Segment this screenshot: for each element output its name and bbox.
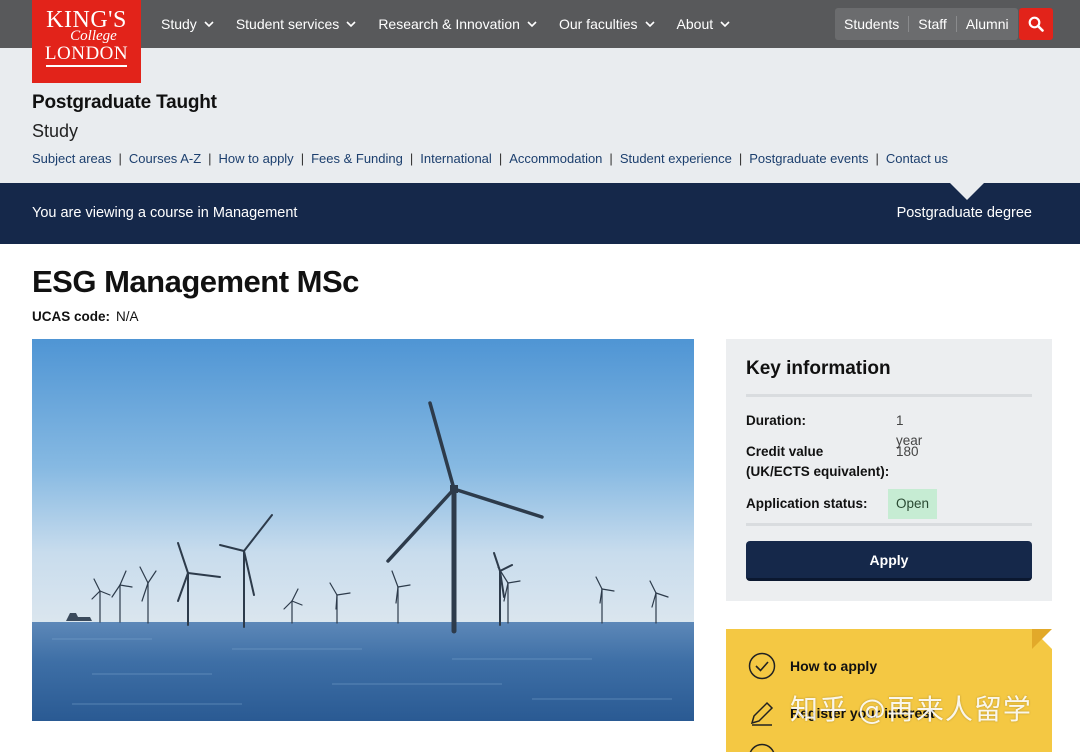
nav-item-label: Study bbox=[161, 16, 197, 32]
check-circle-icon bbox=[748, 652, 776, 680]
top-navigation-bar: Study Student services Research & Innova… bbox=[0, 0, 1080, 48]
apply-button[interactable]: Apply bbox=[746, 541, 1032, 581]
logo-line-2: College bbox=[70, 28, 117, 44]
band-notch bbox=[950, 183, 984, 200]
kings-college-logo[interactable]: KING'S College LONDON bbox=[32, 0, 141, 83]
audience-alumni-link[interactable]: Alumni bbox=[955, 16, 1018, 32]
nav-item-research[interactable]: Research & Innovation bbox=[378, 16, 537, 32]
search-button[interactable] bbox=[1019, 8, 1053, 40]
duration-row: Duration: 1 year bbox=[746, 411, 922, 448]
subnav-courses-a-z[interactable]: Courses A-Z bbox=[129, 151, 201, 166]
divider: | bbox=[300, 151, 305, 166]
divider: | bbox=[738, 151, 743, 166]
key-information-title: Key information bbox=[746, 358, 891, 379]
section-header: Postgraduate Taught Study Subject areas |… bbox=[0, 48, 1080, 183]
search-icon bbox=[1028, 16, 1044, 32]
chevron-down-icon bbox=[346, 21, 356, 28]
divider: | bbox=[498, 151, 503, 166]
how-to-apply-label: How to apply bbox=[790, 658, 878, 674]
course-context-band: You are viewing a course in Management P… bbox=[0, 183, 1080, 244]
divider: | bbox=[409, 151, 414, 166]
subnav-student-experience[interactable]: Student experience bbox=[620, 151, 732, 166]
watermark-text: 知乎 @再来人留学 bbox=[790, 693, 1032, 726]
nav-item-faculties[interactable]: Our faculties bbox=[559, 16, 655, 32]
corner-fold bbox=[1032, 629, 1052, 649]
nav-item-label: Research & Innovation bbox=[378, 16, 520, 32]
application-status-value-wrap: Open bbox=[888, 489, 938, 519]
divider: | bbox=[609, 151, 613, 166]
ucas-code: UCAS code: N/A bbox=[32, 309, 139, 324]
nav-item-about[interactable]: About bbox=[677, 16, 731, 32]
nav-item-label: Student services bbox=[235, 16, 340, 32]
nav-item-label: About bbox=[676, 16, 714, 32]
hero-image-wind-farm bbox=[32, 339, 694, 721]
how-to-apply-link[interactable]: How to apply bbox=[748, 652, 877, 680]
credit-value-row: Credit value (UK/ECTS equivalent): 180 bbox=[746, 442, 919, 482]
credit-label-line-2: (UK/ECTS equivalent): bbox=[746, 464, 890, 479]
viewing-course-text: You are viewing a course in Management bbox=[32, 205, 298, 221]
third-item-partial bbox=[748, 743, 790, 752]
audience-switcher: Students Staff Alumni bbox=[835, 8, 1018, 40]
chevron-down-icon bbox=[527, 21, 537, 28]
chevron-down-icon bbox=[204, 21, 214, 28]
divider: | bbox=[208, 151, 212, 166]
subnav-contact-us[interactable]: Contact us bbox=[886, 151, 948, 166]
subnav-subject-areas[interactable]: Subject areas bbox=[32, 151, 112, 166]
chevron-down-icon bbox=[644, 21, 655, 28]
degree-type-text: Postgraduate degree bbox=[896, 205, 1032, 221]
chevron-down-icon bbox=[720, 21, 730, 28]
logo-line-3: LONDON bbox=[44, 43, 129, 64]
subnav-fees-funding[interactable]: Fees & Funding bbox=[311, 151, 403, 166]
audience-staff-link[interactable]: Staff bbox=[908, 16, 956, 32]
credit-label-line-1: Credit value bbox=[746, 444, 824, 459]
divider bbox=[746, 394, 1032, 397]
key-information-panel: Key information Duration: 1 year Credit … bbox=[726, 339, 1052, 601]
application-status-row: Application status: Open bbox=[746, 489, 938, 519]
subnav-international[interactable]: International bbox=[420, 151, 492, 166]
section-subnav: Subject areas | Courses A-Z | How to apply… bbox=[32, 151, 948, 166]
divider: | bbox=[875, 151, 879, 166]
ucas-value: N/A bbox=[116, 309, 139, 324]
divider bbox=[746, 523, 1032, 526]
subnav-accommodation[interactable]: Accommodation bbox=[509, 151, 602, 166]
divider: | bbox=[118, 151, 122, 166]
nav-item-study[interactable]: Study bbox=[161, 16, 214, 32]
ucas-label: UCAS code: bbox=[32, 309, 111, 324]
circle-icon bbox=[749, 743, 775, 752]
logo-underline bbox=[46, 65, 127, 67]
subnav-how-to-apply[interactable]: How to apply bbox=[219, 151, 294, 166]
nav-item-label: Our faculties bbox=[558, 16, 638, 32]
credit-label: Credit value (UK/ECTS equivalent): bbox=[746, 442, 896, 482]
status-badge: Open bbox=[888, 489, 938, 519]
main-nav: Study Student services Research & Innova… bbox=[161, 0, 752, 48]
credit-value: 180 bbox=[896, 444, 919, 459]
nav-item-student-services[interactable]: Student services bbox=[236, 16, 357, 32]
audience-students-link[interactable]: Students bbox=[835, 16, 908, 32]
application-status-label: Application status: bbox=[746, 496, 868, 511]
section-subtitle: Study bbox=[32, 121, 79, 141]
page-title: ESG Management MSc bbox=[32, 264, 359, 299]
pencil-icon bbox=[750, 701, 774, 726]
subnav-postgraduate-events[interactable]: Postgraduate events bbox=[749, 151, 868, 166]
duration-label: Duration: bbox=[746, 413, 806, 428]
section-title: Postgraduate Taught bbox=[32, 92, 217, 113]
